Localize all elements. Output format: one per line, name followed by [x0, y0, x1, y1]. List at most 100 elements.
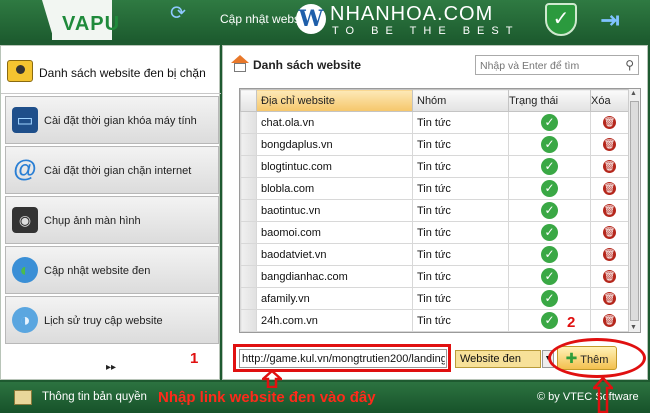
table-row[interactable]: baodatviet.vn Tin tức ✓ 🗑 — [240, 243, 629, 266]
scroll-up-icon[interactable]: ▲ — [630, 90, 637, 97]
sidebar: Danh sách website đen bị chặn ▭ Cài đặt … — [0, 45, 221, 380]
delete-icon[interactable]: 🗑 — [603, 226, 616, 239]
sidebar-item-screenshot[interactable]: ◉ Chụp ảnh màn hình — [5, 196, 219, 244]
table-scrollbar[interactable]: ▲ ▼ — [628, 89, 640, 332]
shield-check-icon: ✓ — [545, 3, 577, 36]
search-icon[interactable]: ⚲ — [625, 58, 634, 72]
globe-search-icon: ◑ — [12, 307, 38, 333]
status-ok-icon[interactable]: ✓ — [541, 114, 558, 131]
sidebar-item-label: Cài đặt thời gian khóa máy tính — [44, 115, 197, 127]
table-row[interactable]: bangdianhac.com Tin tức ✓ 🗑 — [240, 265, 629, 288]
table-row[interactable]: blogtintuc.com Tin tức ✓ 🗑 — [240, 155, 629, 178]
status-ok-icon[interactable]: ✓ — [541, 202, 558, 219]
table-row[interactable]: blobla.com Tin tức ✓ 🗑 — [240, 177, 629, 200]
delete-icon[interactable]: 🗑 — [603, 270, 616, 283]
blocked-list-icon — [7, 60, 33, 82]
cell-group: Tin tức — [412, 265, 509, 288]
copyright-text: © by VTEC Software — [537, 391, 639, 403]
cell-website: chat.ola.vn — [256, 111, 413, 134]
table-row[interactable]: bongdaplus.vn Tin tức ✓ 🗑 — [240, 133, 629, 156]
license-icon[interactable] — [14, 390, 32, 405]
cell-group: Tin tức — [412, 177, 509, 200]
status-ok-icon[interactable]: ✓ — [541, 246, 558, 263]
sidebar-item-update-blacklist[interactable]: ◐ Cập nhật website đen — [5, 246, 219, 294]
table-row[interactable]: chat.ola.vn Tin tức ✓ 🗑 — [240, 111, 629, 134]
monitor-icon: ▭ — [12, 107, 38, 133]
cell-website: blogtintuc.com — [256, 155, 413, 178]
column-header-status[interactable]: Trạng thái — [508, 89, 591, 112]
delete-icon[interactable]: 🗑 — [603, 248, 616, 261]
cell-group: Tin tức — [412, 111, 509, 134]
sidebar-item-label: Cập nhật website đen — [44, 265, 151, 277]
main-title: Danh sách website — [253, 58, 362, 72]
sidebar-item-lock-computer[interactable]: ▭ Cài đặt thời gian khóa máy tính — [5, 96, 219, 144]
status-ok-icon[interactable]: ✓ — [541, 290, 558, 307]
annotation-arrow-up-icon — [262, 370, 282, 388]
cell-group: Tin tức — [412, 221, 509, 244]
annotation-arrow-up-icon — [593, 377, 613, 413]
search-box[interactable]: ⚲ — [475, 55, 639, 75]
annotation-number-2: 2 — [567, 314, 576, 331]
cell-group: Tin tức — [412, 133, 509, 156]
website-table: Địa chỉ website Nhóm Trạng thái Xóa chat… — [239, 88, 641, 333]
cell-group: Tin tức — [412, 287, 509, 310]
group-select-value: Website đen — [460, 353, 521, 365]
status-ok-icon[interactable]: ✓ — [541, 224, 558, 241]
exit-icon[interactable]: ⇥ — [600, 6, 620, 35]
delete-icon[interactable]: 🗑 — [603, 292, 616, 305]
column-header-website[interactable]: Địa chỉ website — [256, 89, 413, 112]
delete-icon[interactable]: 🗑 — [603, 314, 616, 327]
delete-icon[interactable]: 🗑 — [603, 204, 616, 217]
column-header-delete[interactable]: Xóa — [590, 89, 629, 112]
column-header-group[interactable]: Nhóm — [412, 89, 509, 112]
watermark-badge: W — [296, 4, 326, 34]
status-ok-icon[interactable]: ✓ — [541, 268, 558, 285]
delete-icon[interactable]: 🗑 — [603, 182, 616, 195]
group-select[interactable]: Website đen ▼ — [455, 350, 554, 368]
app-name: VAPU — [62, 13, 121, 35]
main-panel: Danh sách website ⚲ Địa chỉ website Nhóm… — [222, 45, 648, 380]
cell-website: baodatviet.vn — [256, 243, 413, 266]
cell-group: Tin tức — [412, 155, 509, 178]
delete-icon[interactable]: 🗑 — [603, 116, 616, 129]
cell-website: blobla.com — [256, 177, 413, 200]
status-ok-icon[interactable]: ✓ — [541, 312, 558, 329]
status-ok-icon[interactable]: ✓ — [541, 180, 558, 197]
search-input[interactable] — [480, 58, 610, 73]
table-row[interactable]: baomoi.com Tin tức ✓ 🗑 — [240, 221, 629, 244]
sidebar-header: Danh sách website đen bị chặn — [1, 46, 221, 94]
annotation-url-highlight — [233, 344, 451, 372]
title-bar: VAPU ⟳ Cập nhật website W NHANHOA.COM TO… — [0, 0, 650, 40]
cell-website: bongdaplus.vn — [256, 133, 413, 156]
sidebar-item-label: Cài đặt thời gian chặn internet — [44, 165, 192, 177]
scroll-down-icon[interactable]: ▼ — [630, 324, 637, 331]
cell-group: Tin tức — [412, 309, 509, 332]
at-sign-icon: @ — [13, 156, 37, 183]
watermark-tagline: TO BE THE BEST — [332, 25, 520, 37]
annotation-add-highlight — [548, 338, 646, 378]
sidebar-header-title: Danh sách website đen bị chặn — [39, 66, 206, 80]
sidebar-item-block-internet[interactable]: @ Cài đặt thời gian chặn internet — [5, 146, 219, 194]
expand-arrows-icon[interactable]: ▸▸ — [106, 362, 116, 373]
cell-website: bangdianhac.com — [256, 265, 413, 288]
sidebar-item-label: Lịch sử truy cập website — [44, 315, 163, 327]
status-ok-icon[interactable]: ✓ — [541, 158, 558, 175]
scroll-thumb[interactable] — [630, 101, 639, 321]
refresh-icon[interactable]: ⟳ — [170, 2, 186, 25]
watermark-brand: NHANHOA.COM — [330, 3, 494, 25]
sidebar-item-label: Chụp ảnh màn hình — [44, 215, 141, 227]
camera-icon: ◉ — [12, 207, 38, 233]
annotation-number-1: 1 — [190, 350, 199, 367]
delete-icon[interactable]: 🗑 — [603, 138, 616, 151]
cell-group: Tin tức — [412, 243, 509, 266]
annotation-instruction: Nhập link website đen vào đây — [158, 389, 376, 406]
cell-group: Tin tức — [412, 199, 509, 222]
status-ok-icon[interactable]: ✓ — [541, 136, 558, 153]
cell-website: baotintuc.vn — [256, 199, 413, 222]
table-row[interactable]: baotintuc.vn Tin tức ✓ 🗑 — [240, 199, 629, 222]
table-row[interactable]: afamily.vn Tin tức ✓ 🗑 — [240, 287, 629, 310]
globe-icon: ◐ — [12, 257, 38, 283]
delete-icon[interactable]: 🗑 — [603, 160, 616, 173]
sidebar-item-history[interactable]: ◑ Lịch sử truy cập website — [5, 296, 219, 344]
license-link[interactable]: Thông tin bản quyền — [42, 391, 147, 403]
